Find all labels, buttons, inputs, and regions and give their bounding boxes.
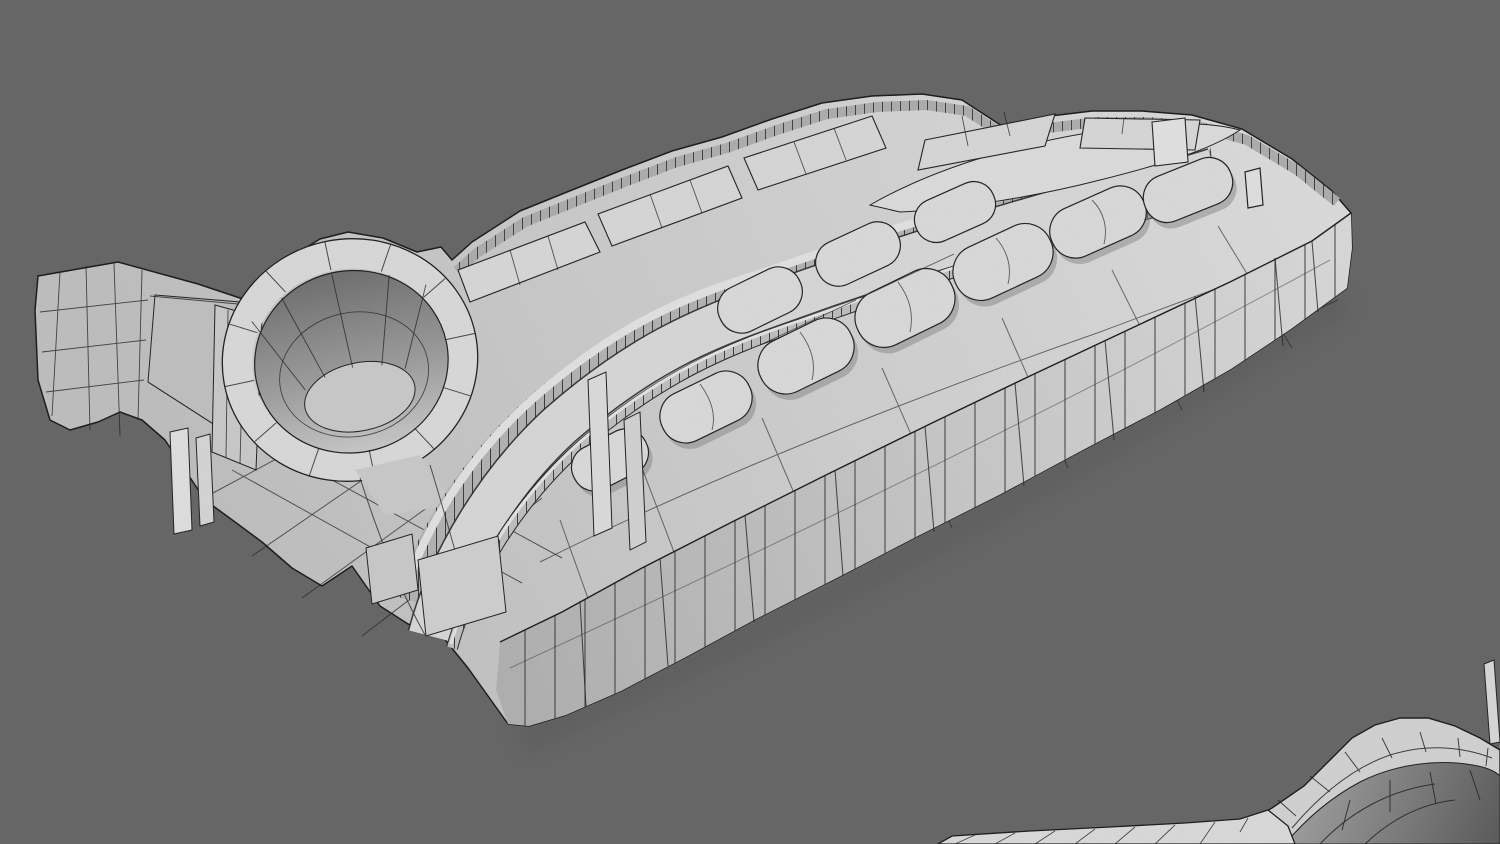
- viewport-grain: [0, 0, 1500, 844]
- viewport[interactable]: [0, 0, 1500, 844]
- viewport-canvas[interactable]: [0, 0, 1500, 844]
